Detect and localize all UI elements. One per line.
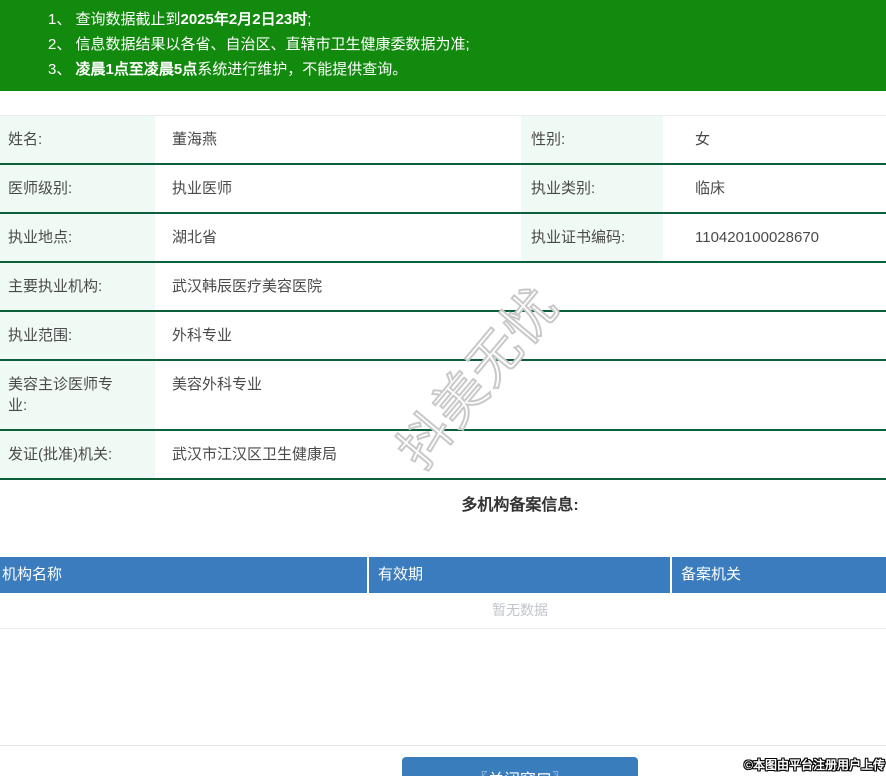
issuing-authority-label: 发证(批准)机关: [0, 430, 155, 480]
records-header-row: 机构名称 有效期 备案机关 [0, 557, 886, 593]
table-row: 发证(批准)机关: 武汉市江汉区卫生健康局 [0, 430, 886, 480]
certificate-number-label: 执业证书编码: [521, 213, 663, 263]
notice-line-3-bold: 凌晨1点至凌晨5点 [75, 61, 198, 78]
no-data-message: 暂无数据 [0, 593, 886, 629]
practitioner-detail-table: 姓名: 董海燕 性别: 女 医师级别: 执业医师 执业类别: 临床 执业地点: … [0, 115, 886, 480]
table-row: 美容主诊医师专业: 美容外科专业 [0, 360, 886, 431]
upload-stamp-text: ©本图由平台注册用户上传 [744, 758, 885, 772]
multi-institution-section-title: 多机构备案信息: [461, 497, 579, 514]
main-institution-value: 武汉韩辰医疗美容医院 [155, 262, 886, 312]
multi-institution-records-table: 机构名称 有效期 备案机关 暂无数据 [0, 557, 886, 629]
page-container: 1、 查询数据截止到2025年2月2日23时; 2、 信息数据结果以各省、自治区… [0, 0, 886, 776]
practice-location-label: 执业地点: [0, 213, 155, 263]
practice-location-value: 湖北省 [155, 213, 521, 263]
main-institution-label: 主要执业机构: [0, 262, 155, 312]
notice-line-1-bold: 2025年2月2日23时 [180, 11, 308, 28]
table-row: 姓名: 董海燕 性别: 女 [0, 115, 886, 165]
table-row: 医师级别: 执业医师 执业类别: 临床 [0, 164, 886, 214]
certificate-number-value: 110420100028670 [663, 213, 886, 263]
table-row: 主要执业机构: 武汉韩辰医疗美容医院 [0, 262, 886, 312]
notice-line-2-text: 2、 信息数据结果以各省、自治区、直辖市卫生健康委数据为准; [48, 36, 470, 53]
close-window-button[interactable]: 〖关闭窗口〗 [402, 757, 638, 776]
notice-line-1: 1、 查询数据截止到2025年2月2日23时; [48, 7, 886, 32]
issuing-authority-value: 武汉市江汉区卫生健康局 [155, 430, 886, 480]
notice-banner: 1、 查询数据截止到2025年2月2日23时; 2、 信息数据结果以各省、自治区… [0, 0, 886, 91]
validity-period-header: 有效期 [368, 557, 672, 593]
doctor-level-value: 执业医师 [155, 164, 521, 214]
notice-line-1-text: 1、 查询数据截止到 [48, 11, 181, 28]
practice-scope-value: 外科专业 [155, 311, 886, 361]
filing-authority-header: 备案机关 [671, 557, 886, 593]
gender-label: 性别: [521, 115, 663, 165]
notice-line-3-tail: 系统进行维护，不能提供查询。 [197, 61, 408, 78]
practice-category-label: 执业类别: [521, 164, 663, 214]
name-label: 姓名: [0, 115, 155, 165]
gender-value: 女 [663, 115, 886, 165]
table-row: 执业地点: 湖北省 执业证书编码: 110420100028670 [0, 213, 886, 263]
practice-category-value: 临床 [663, 164, 886, 214]
doctor-level-label: 医师级别: [0, 164, 155, 214]
notice-line-3-text: 3、 [48, 61, 76, 78]
name-value: 董海燕 [155, 115, 521, 165]
table-row: 执业范围: 外科专业 [0, 311, 886, 361]
records-empty-row: 暂无数据 [0, 593, 886, 629]
cosmetic-specialty-label: 美容主诊医师专业: [0, 360, 155, 431]
notice-line-2: 2、 信息数据结果以各省、自治区、直辖市卫生健康委数据为准; [48, 32, 886, 57]
cosmetic-specialty-value: 美容外科专业 [155, 360, 886, 431]
footer-divider [0, 745, 886, 746]
practice-scope-label: 执业范围: [0, 311, 155, 361]
notice-line-3: 3、 凌晨1点至凌晨5点系统进行维护，不能提供查询。 [48, 57, 886, 82]
notice-line-1-tail: ; [307, 11, 312, 28]
institution-name-header: 机构名称 [0, 557, 369, 593]
